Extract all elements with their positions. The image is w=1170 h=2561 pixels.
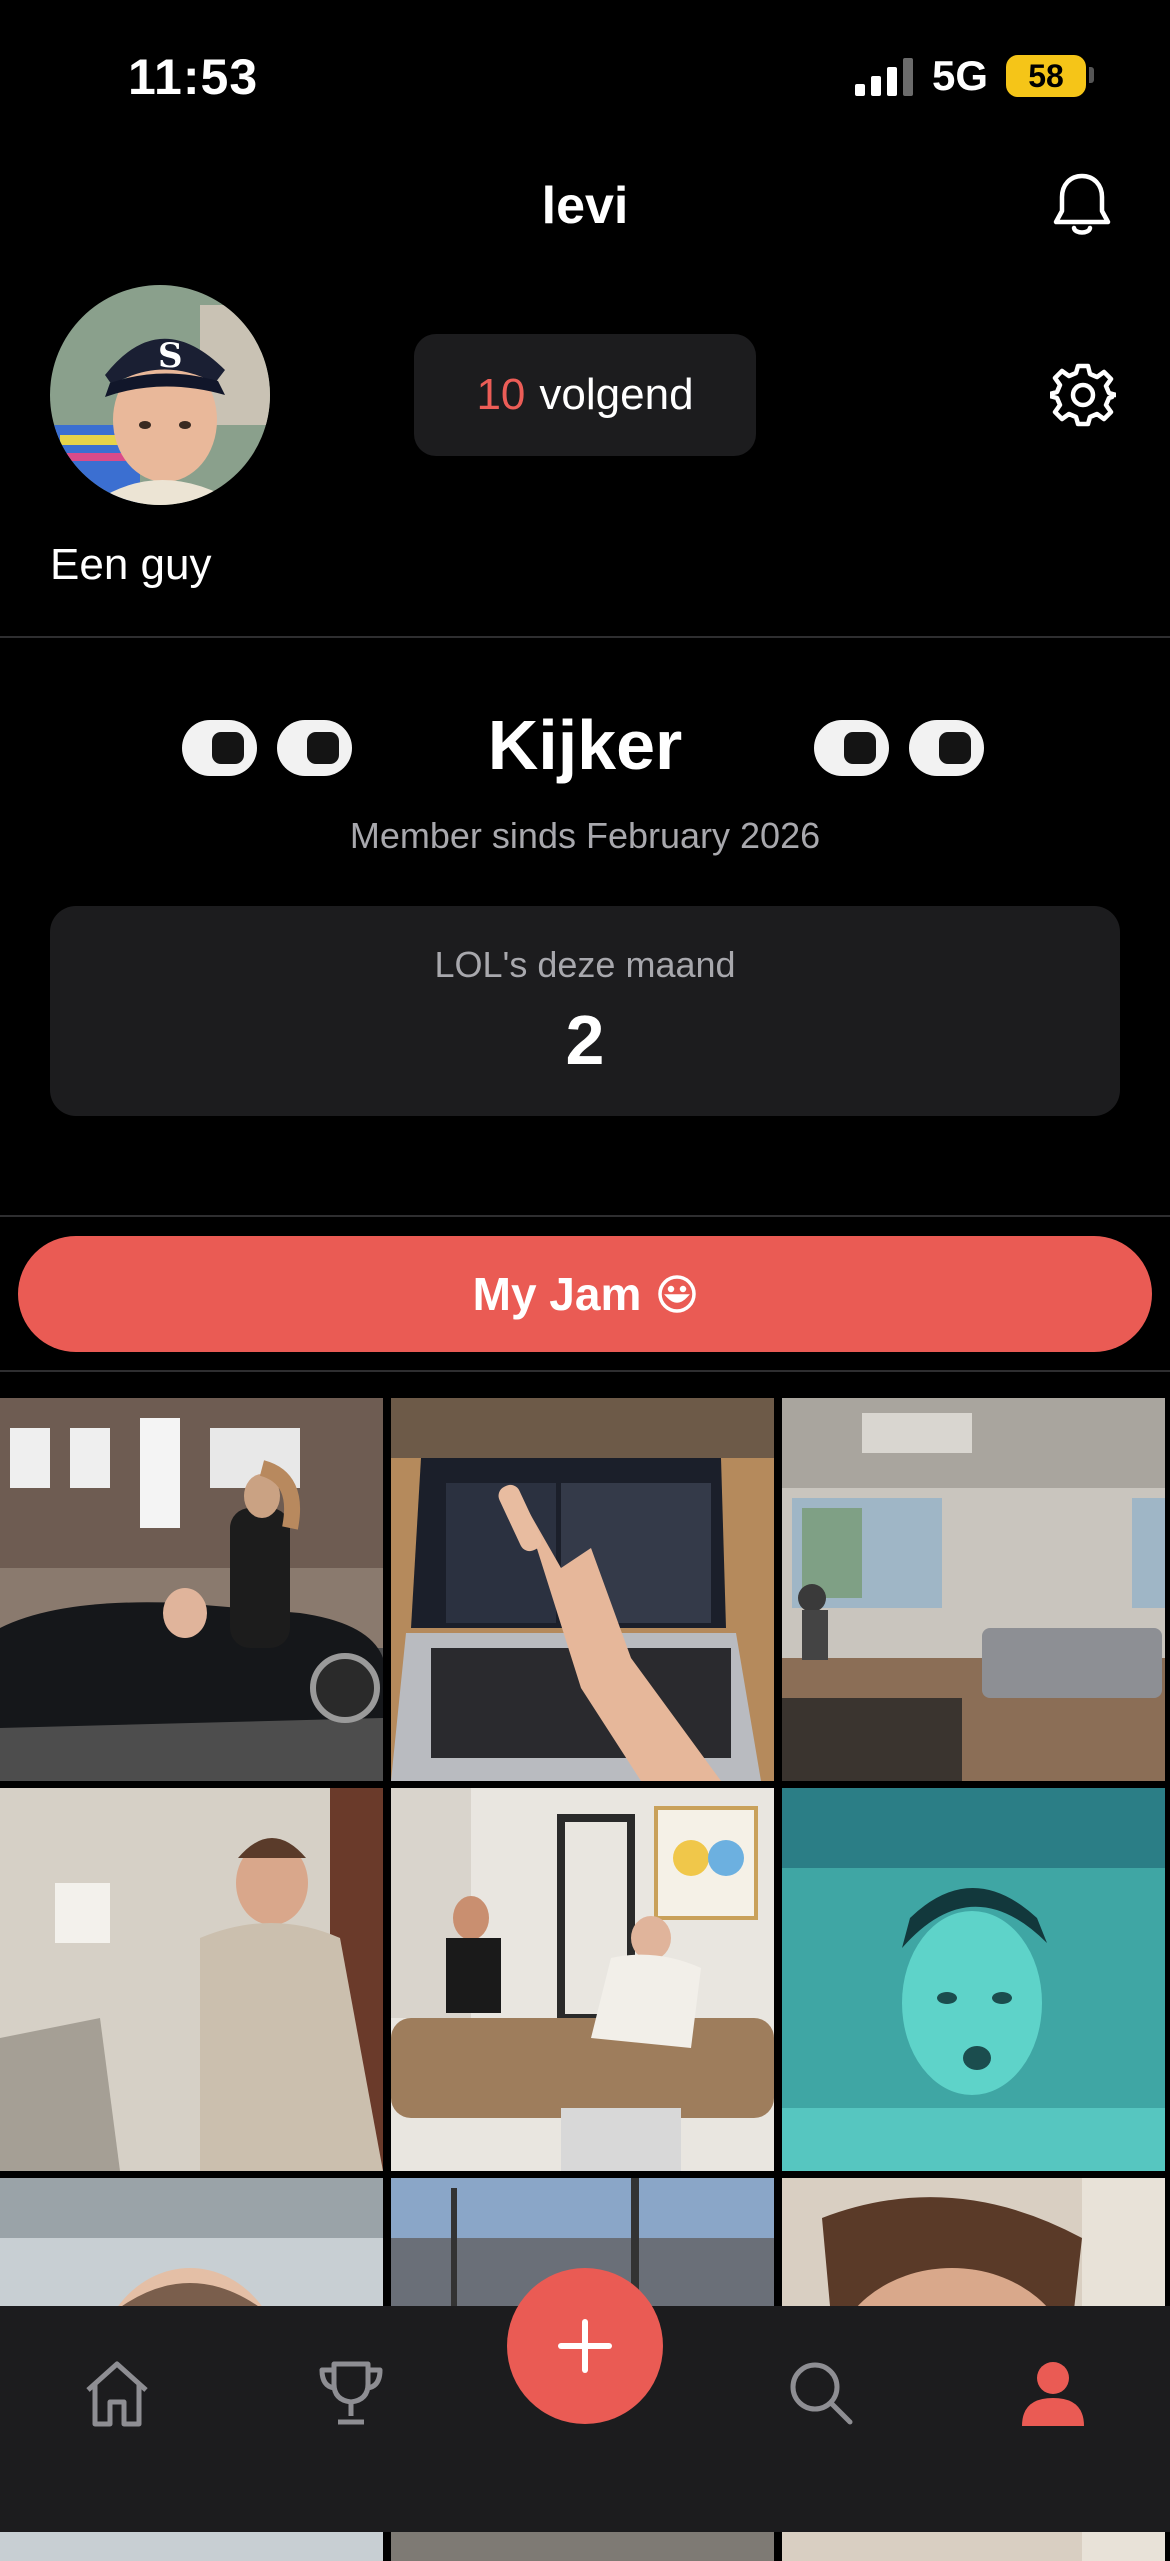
my-jam-button[interactable]: My Jam xyxy=(18,1236,1152,1352)
divider xyxy=(0,1215,1170,1217)
eyes-right-icon xyxy=(814,720,984,776)
photo-tile-wall[interactable] xyxy=(0,1788,383,2171)
my-jam-label: My Jam xyxy=(472,1268,642,1320)
home-icon[interactable] xyxy=(82,2358,152,2428)
following-label: volgend xyxy=(539,370,694,419)
add-button[interactable] xyxy=(507,2268,663,2424)
photo-tile-car[interactable] xyxy=(0,1398,383,1781)
member-since: Member sinds February 2026 xyxy=(349,815,821,856)
lol-card: LOL's deze maand 2 xyxy=(50,906,1120,1116)
eye-icon xyxy=(909,720,984,776)
photo-tile-laptop[interactable] xyxy=(391,1398,774,1781)
plus-icon xyxy=(558,2319,612,2373)
battery-indicator: 58 xyxy=(1006,55,1086,97)
eye-icon xyxy=(814,720,889,776)
signal-icon xyxy=(855,58,913,96)
trophy-icon[interactable] xyxy=(316,2358,386,2428)
battery-tip xyxy=(1089,67,1094,83)
photo-tile-underwater[interactable] xyxy=(782,1788,1165,2171)
svg-text:S: S xyxy=(158,336,183,376)
following-button[interactable]: 10 volgend xyxy=(414,334,756,456)
photo-tile-office[interactable] xyxy=(782,1398,1165,1781)
network-label: 5G xyxy=(932,52,989,99)
divider xyxy=(0,1370,1170,1372)
level-name: Kijker xyxy=(487,706,683,784)
photo-tile-couch[interactable] xyxy=(391,1788,774,2171)
lol-count: 2 xyxy=(565,1001,605,1079)
avatar[interactable]: S xyxy=(50,285,270,505)
bell-icon[interactable] xyxy=(1050,170,1114,240)
page-title: levi xyxy=(541,177,629,235)
smile-icon xyxy=(658,1275,697,1313)
gear-icon[interactable] xyxy=(1050,362,1116,428)
status-time: 11:53 xyxy=(128,49,259,105)
following-count: 10 xyxy=(476,370,526,419)
display-name: Een guy xyxy=(50,540,212,589)
lol-label: LOL's deze maand xyxy=(434,944,736,985)
search-icon[interactable] xyxy=(786,2358,856,2428)
divider xyxy=(0,636,1170,638)
profile-icon[interactable] xyxy=(1018,2358,1088,2428)
